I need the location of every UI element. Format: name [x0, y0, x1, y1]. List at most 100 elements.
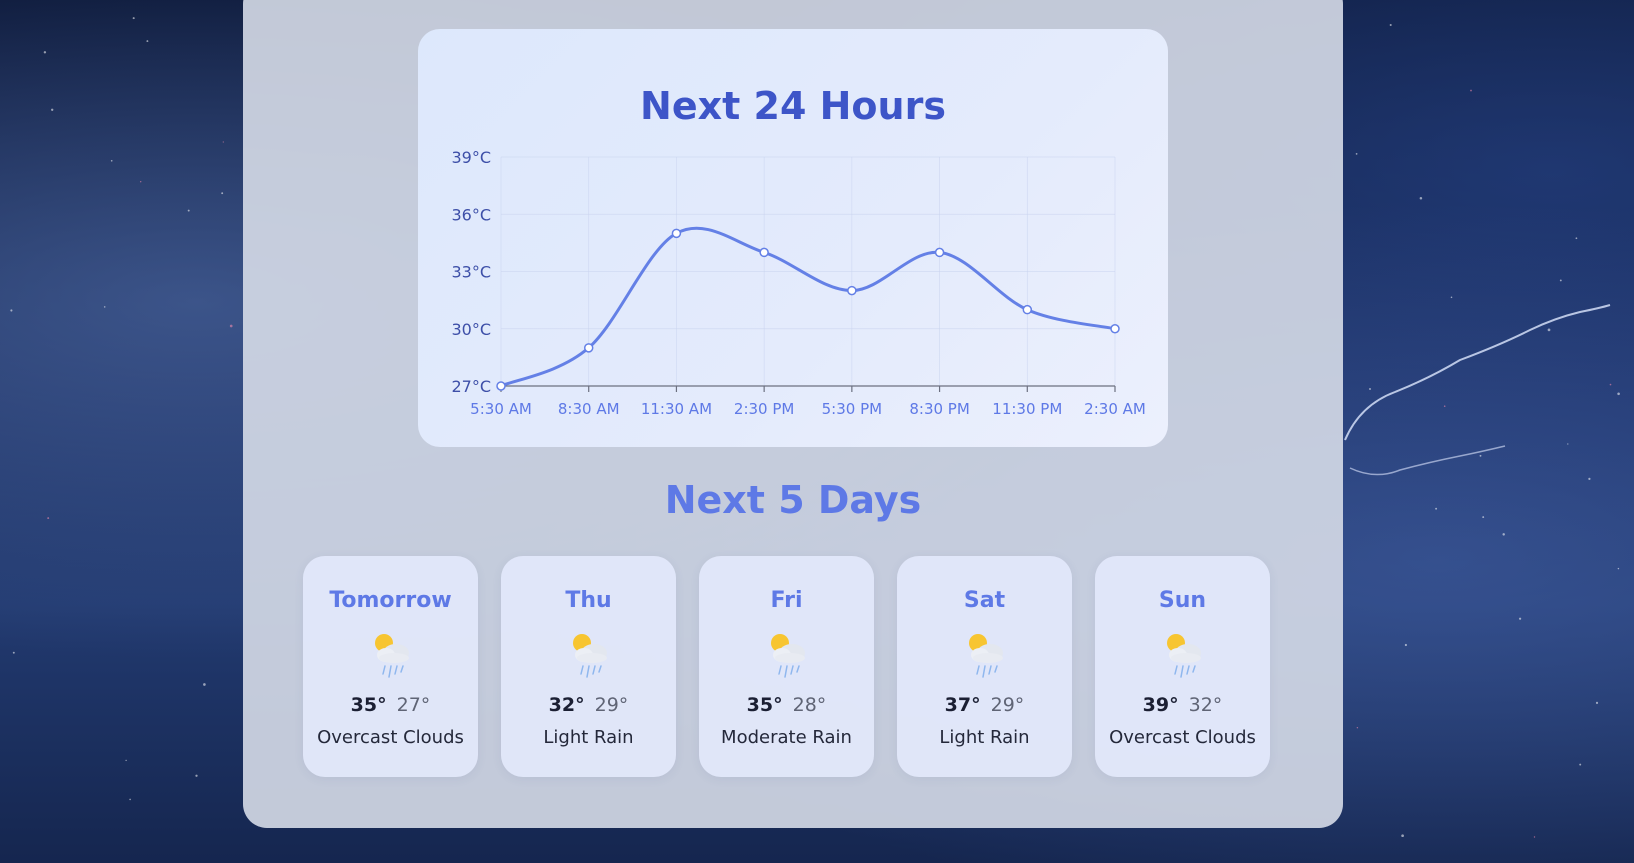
star — [132, 17, 135, 20]
star — [1482, 516, 1485, 519]
day-temps: 37° 29° — [897, 694, 1072, 716]
star — [1588, 477, 1591, 481]
star — [1419, 197, 1423, 200]
data-point — [934, 247, 945, 258]
x-tick-label: 2:30 AM — [1084, 400, 1146, 418]
low-temp: 28° — [792, 694, 827, 716]
hourly-temperature-chart: 27°C 30°C 33°C 36°C 39°C 5:30 AM 8:30 AM 11:30 … — [451, 148, 1146, 418]
star — [1533, 836, 1536, 838]
star — [1450, 296, 1453, 299]
star — [125, 759, 127, 762]
star — [1443, 405, 1446, 407]
star — [1401, 834, 1404, 838]
data-point — [583, 343, 594, 353]
high-temp: 35° — [746, 694, 783, 716]
y-tick-label: 33°C — [451, 263, 491, 282]
day-name: Thu — [565, 588, 612, 613]
data-point — [496, 381, 506, 391]
star — [146, 40, 149, 43]
x-tick-label: 11:30 AM — [641, 400, 712, 418]
star — [1502, 533, 1505, 536]
high-temp: 39° — [1142, 694, 1179, 716]
star — [51, 108, 54, 111]
y-tick-label: 39°C — [451, 148, 491, 167]
star — [1567, 443, 1569, 445]
star — [1355, 153, 1358, 155]
low-temp: 27° — [396, 694, 431, 716]
low-temp: 29° — [594, 694, 629, 716]
data-point — [1110, 324, 1120, 334]
x-tick-label: 11:30 PM — [992, 400, 1062, 418]
lightning-branch — [1349, 445, 1506, 476]
weather-description: Light Rain — [543, 727, 634, 748]
high-temp: 35° — [350, 694, 387, 716]
star — [1579, 763, 1582, 766]
day-name: Tomorrow — [329, 588, 452, 613]
star — [1435, 507, 1438, 510]
star — [195, 774, 198, 777]
x-tick-label: 5:30 AM — [470, 400, 532, 418]
data-point — [847, 285, 857, 296]
low-temp: 29° — [990, 694, 1025, 716]
sun-cloud-rain-icon — [573, 634, 607, 678]
star — [1369, 388, 1371, 390]
day-card-thu[interactable]: Thu 32° 29° Light Rain — [501, 556, 676, 777]
low-temp: 32° — [1188, 694, 1223, 716]
star — [187, 209, 190, 212]
star — [1518, 617, 1522, 620]
star — [10, 309, 13, 312]
day-temps: 35° 28° — [699, 694, 874, 716]
sun-cloud-rain-icon — [969, 634, 1003, 678]
day-name: Sun — [1158, 588, 1207, 613]
weather-description: Overcast Clouds — [317, 727, 464, 748]
star — [103, 306, 106, 308]
day-temps: 39° 32° — [1095, 694, 1270, 716]
y-tick-label: 27°C — [451, 377, 491, 396]
five-day-title: Next 5 Days — [664, 478, 922, 522]
sun-cloud-rain-icon — [1167, 634, 1201, 678]
day-temps: 32° 29° — [501, 694, 676, 716]
star — [110, 159, 113, 162]
hourly-chart-card: Next 24 Hours 27°C 30°C 33°C 36°C 39°C 5:30 A… — [418, 29, 1168, 447]
x-tick-label: 8:30 AM — [558, 400, 620, 418]
sun-cloud-rain-icon — [375, 634, 409, 678]
star — [222, 141, 224, 143]
star — [43, 51, 47, 54]
star — [129, 798, 131, 801]
lightning-bolt — [1344, 304, 1611, 441]
star — [1617, 567, 1620, 570]
day-card-fri[interactable]: Fri 35° 28° Moderate Rain — [699, 556, 874, 777]
star — [1389, 23, 1392, 27]
y-tick-label: 36°C — [451, 205, 491, 224]
weather-description: Overcast Clouds — [1109, 727, 1256, 748]
sun-cloud-rain-icon — [771, 634, 805, 678]
data-point — [671, 228, 682, 239]
star — [203, 683, 206, 686]
data-point — [1022, 304, 1033, 315]
star — [1575, 237, 1578, 240]
x-tick-label: 5:30 PM — [822, 400, 882, 418]
star — [12, 651, 15, 654]
day-name: Sat — [963, 588, 1006, 613]
star — [1547, 328, 1551, 332]
data-point — [759, 247, 769, 258]
star — [1609, 383, 1612, 386]
temperature-line — [500, 226, 1116, 388]
star — [1404, 643, 1408, 647]
star — [1595, 701, 1599, 704]
weather-description: Light Rain — [939, 727, 1030, 748]
day-name: Fri — [770, 588, 803, 613]
star — [229, 324, 233, 328]
star — [1470, 89, 1472, 92]
high-temp: 37° — [944, 694, 981, 716]
day-card-sun[interactable]: Sun 39° 32° Overcast Clouds — [1095, 556, 1270, 777]
day-temps: 35° 27° — [303, 694, 478, 716]
high-temp: 32° — [548, 694, 585, 716]
x-tick-label: 2:30 PM — [734, 400, 794, 418]
day-card-tomorrow[interactable]: Tomorrow 35° 27° Overcast Clouds — [303, 556, 478, 777]
star — [1617, 392, 1620, 396]
x-tick-label: 8:30 PM — [909, 400, 969, 418]
weather-description: Moderate Rain — [721, 727, 852, 748]
day-card-sat[interactable]: Sat 37° 29° Light Rain — [897, 556, 1072, 777]
star — [221, 192, 224, 195]
